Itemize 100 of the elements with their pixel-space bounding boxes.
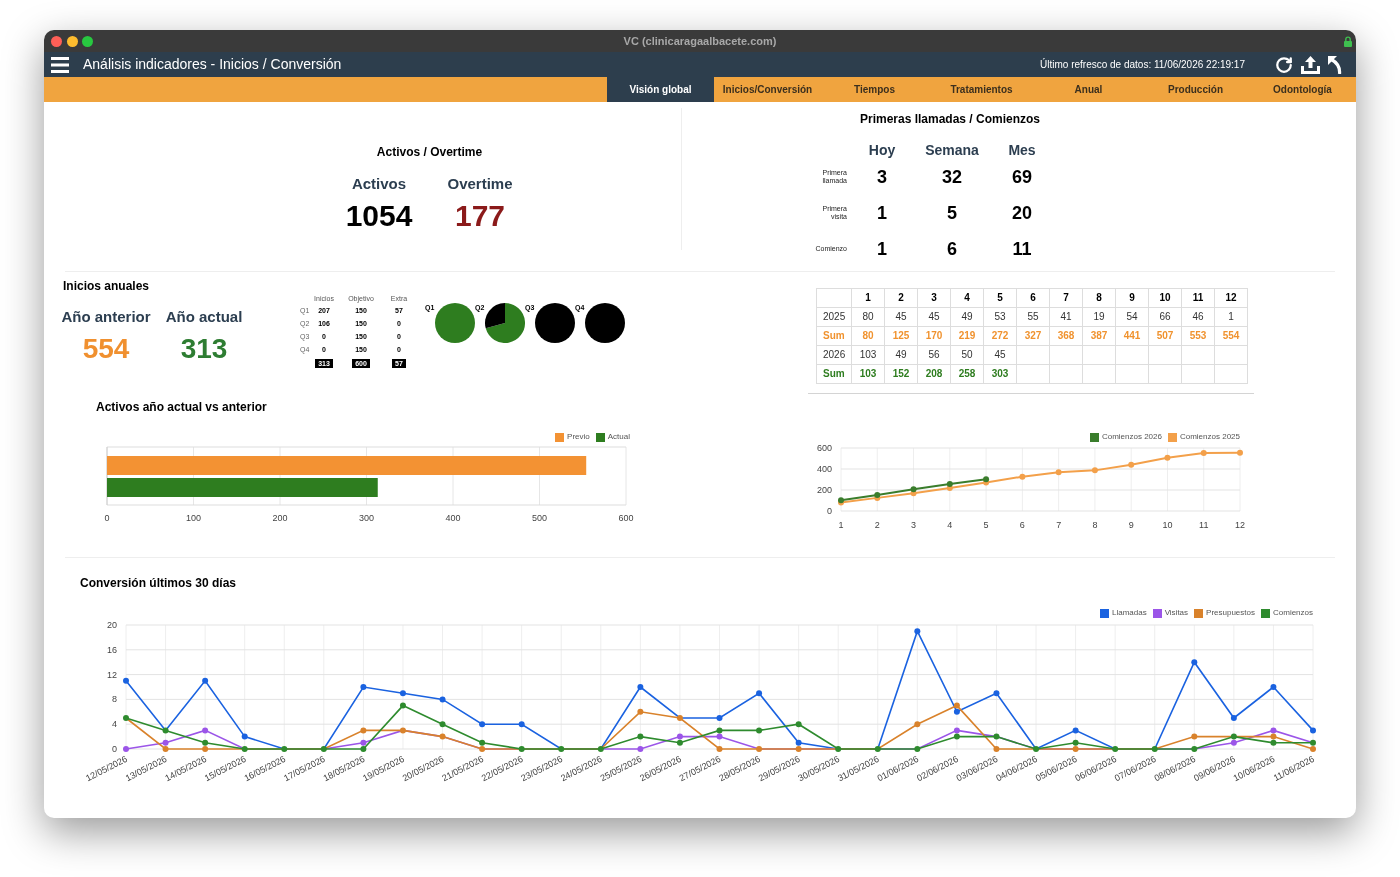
table-cell: 49 bbox=[884, 345, 918, 365]
point bbox=[1072, 739, 1079, 746]
legend-label: Previo bbox=[567, 432, 590, 442]
point bbox=[1191, 746, 1198, 752]
point bbox=[1019, 473, 1026, 480]
column-header: 5 bbox=[983, 288, 1017, 308]
axis-tick-label: 400 bbox=[445, 513, 461, 523]
axis-tick-label: 500 bbox=[532, 513, 547, 523]
point bbox=[953, 708, 960, 715]
point bbox=[360, 746, 367, 752]
nav-tab[interactable]: Tiempos bbox=[821, 77, 928, 102]
table-cell: 45 bbox=[884, 307, 918, 327]
legend-label: Presupuestos bbox=[1206, 608, 1255, 618]
point bbox=[1270, 684, 1277, 690]
stat-value: 32 bbox=[942, 166, 962, 188]
point bbox=[1151, 746, 1158, 752]
kpi-label: Activos bbox=[351, 175, 407, 193]
point bbox=[518, 746, 525, 752]
point bbox=[558, 746, 565, 752]
table-cell: 387 bbox=[1082, 326, 1116, 346]
point bbox=[716, 733, 723, 740]
axis-tick-label: 200 bbox=[272, 513, 288, 523]
nav-tab[interactable]: Visión global bbox=[607, 77, 714, 102]
point bbox=[993, 690, 1000, 697]
axis-tick-label: 4 bbox=[947, 520, 953, 530]
section-title: Activos / Overtime bbox=[376, 145, 483, 160]
table-cell: 41 bbox=[1049, 307, 1083, 327]
point bbox=[123, 677, 129, 684]
point bbox=[756, 690, 763, 697]
kpi-label: Overtime bbox=[447, 175, 513, 193]
table-cell: 208 bbox=[917, 364, 951, 384]
point bbox=[637, 684, 644, 690]
legend-label: Llamadas bbox=[1111, 608, 1147, 618]
stat-value: 69 bbox=[1012, 166, 1032, 188]
point bbox=[1033, 746, 1040, 752]
window-minimize-icon[interactable] bbox=[66, 35, 78, 47]
window-title: VC (clinicaragaalbacete.com) bbox=[623, 34, 777, 48]
point bbox=[479, 739, 486, 746]
table-cell: 258 bbox=[950, 364, 984, 384]
axis-tick-label: 1 bbox=[838, 520, 844, 530]
kpi-value: 313 bbox=[180, 333, 228, 365]
point bbox=[795, 739, 802, 746]
table-cell: 19 bbox=[1082, 307, 1116, 327]
axis-tick-label: 12 bbox=[107, 669, 117, 680]
nav-tab[interactable]: Producción bbox=[1142, 77, 1249, 102]
point bbox=[637, 733, 644, 740]
table-cell: 46 bbox=[1181, 307, 1215, 327]
axis-tick-label: 300 bbox=[359, 513, 374, 523]
kpi-value: 1054 bbox=[345, 199, 413, 233]
axis-tick-label: 2 bbox=[874, 520, 880, 530]
point bbox=[676, 739, 683, 746]
menu-icon[interactable] bbox=[51, 56, 69, 73]
table-cell: 554 bbox=[1214, 326, 1248, 346]
point bbox=[1128, 461, 1135, 468]
table-cell: 1 bbox=[1214, 307, 1248, 327]
legend-label: Comienzos bbox=[1273, 608, 1313, 618]
point bbox=[1310, 727, 1316, 734]
point bbox=[320, 746, 327, 752]
point bbox=[795, 721, 802, 728]
curved-arrow-icon[interactable] bbox=[1328, 55, 1343, 74]
table-cell: 66 bbox=[1148, 307, 1182, 327]
nav-tab[interactable]: Tratamientos bbox=[928, 77, 1035, 102]
nav-tab[interactable]: Inicios/Conversión bbox=[714, 77, 821, 102]
point bbox=[1270, 727, 1277, 734]
point bbox=[1112, 746, 1119, 752]
point bbox=[1200, 449, 1207, 456]
window-zoom-icon[interactable] bbox=[82, 35, 93, 47]
window-close-icon[interactable] bbox=[51, 35, 62, 47]
table-cell: 152 bbox=[884, 364, 918, 384]
table-cell: 45 bbox=[917, 307, 951, 327]
kpi-value: 554 bbox=[82, 333, 130, 365]
upload-icon[interactable] bbox=[1301, 55, 1320, 74]
legend-label: Visitas bbox=[1164, 608, 1189, 618]
axis-tick-label: 600 bbox=[816, 443, 832, 453]
point bbox=[676, 733, 683, 740]
point bbox=[162, 739, 169, 746]
column-header: 9 bbox=[1115, 288, 1149, 308]
pie-slice bbox=[585, 303, 625, 343]
row-label: Sum bbox=[816, 326, 852, 346]
point bbox=[399, 727, 406, 734]
point bbox=[756, 746, 763, 752]
point bbox=[1270, 739, 1277, 746]
stat-value: 20 bbox=[1012, 202, 1032, 224]
section-title: Primeras llamadas / Comienzos bbox=[859, 112, 1041, 127]
point bbox=[637, 746, 644, 752]
point bbox=[241, 746, 248, 752]
column-header: 11 bbox=[1181, 288, 1215, 308]
section-title: Inicios anuales bbox=[63, 279, 150, 294]
nav-tab[interactable]: Anual bbox=[1035, 77, 1142, 102]
nav-tab[interactable]: Odontología bbox=[1249, 77, 1356, 102]
stat-value: 6 bbox=[947, 238, 957, 260]
point bbox=[1055, 469, 1062, 476]
refresh-icon[interactable] bbox=[1275, 55, 1293, 74]
axis-tick-label: 11 bbox=[1199, 520, 1209, 530]
point bbox=[360, 684, 367, 690]
table-cell: 327 bbox=[1016, 326, 1050, 346]
axis-tick-label: 6 bbox=[1019, 520, 1025, 530]
column-header: Semana bbox=[925, 142, 979, 159]
point bbox=[202, 746, 209, 752]
column-header: 6 bbox=[1016, 288, 1050, 308]
